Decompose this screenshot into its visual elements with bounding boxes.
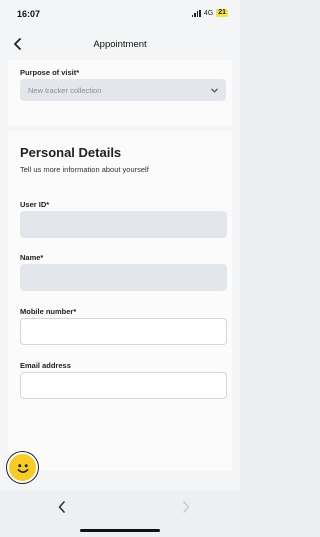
smiley-face-icon	[17, 463, 28, 473]
chevron-down-icon	[211, 88, 218, 93]
page-title: Appointment	[93, 39, 147, 50]
email-address-label: Email address	[20, 361, 71, 370]
appointment-screen: 16:07 4G 21 Appointment Purpose of visit…	[0, 0, 240, 537]
purpose-section: Purpose of visit* New tracker collection	[8, 60, 232, 126]
name-field	[20, 264, 227, 291]
mobile-number-label: Mobile number*	[20, 307, 77, 316]
nav-forward-button[interactable]	[176, 498, 196, 516]
feedback-button[interactable]	[7, 452, 38, 483]
signal-icon	[191, 9, 201, 17]
purpose-label: Purpose of visit*	[20, 68, 80, 77]
purpose-select[interactable]: New tracker collection	[20, 79, 226, 101]
network-label: 4G	[203, 9, 214, 17]
nav-back-button[interactable]	[52, 498, 72, 516]
header: Appointment	[0, 30, 240, 60]
personal-details-section: Personal Details Tell us more informatio…	[8, 131, 232, 471]
status-icons: 4G 21	[191, 9, 228, 17]
status-bar: 16:07 4G 21	[0, 0, 240, 26]
name-label: Name*	[20, 253, 44, 262]
status-time: 16:07	[17, 9, 41, 19]
home-indicator[interactable]	[80, 529, 160, 532]
mobile-number-field[interactable]	[20, 318, 227, 345]
user-id-field	[20, 211, 227, 238]
section-subtitle: Tell us more information about yourself	[20, 165, 149, 174]
section-title: Personal Details	[20, 145, 122, 160]
purpose-select-value: New tracker collection	[28, 86, 102, 95]
bottom-nav-bar	[0, 490, 240, 537]
battery-icon: 21	[216, 9, 228, 17]
chevron-left-icon	[58, 501, 65, 513]
user-id-label: User ID*	[20, 200, 50, 209]
chevron-right-icon	[183, 501, 190, 513]
email-address-field[interactable]	[20, 372, 227, 399]
